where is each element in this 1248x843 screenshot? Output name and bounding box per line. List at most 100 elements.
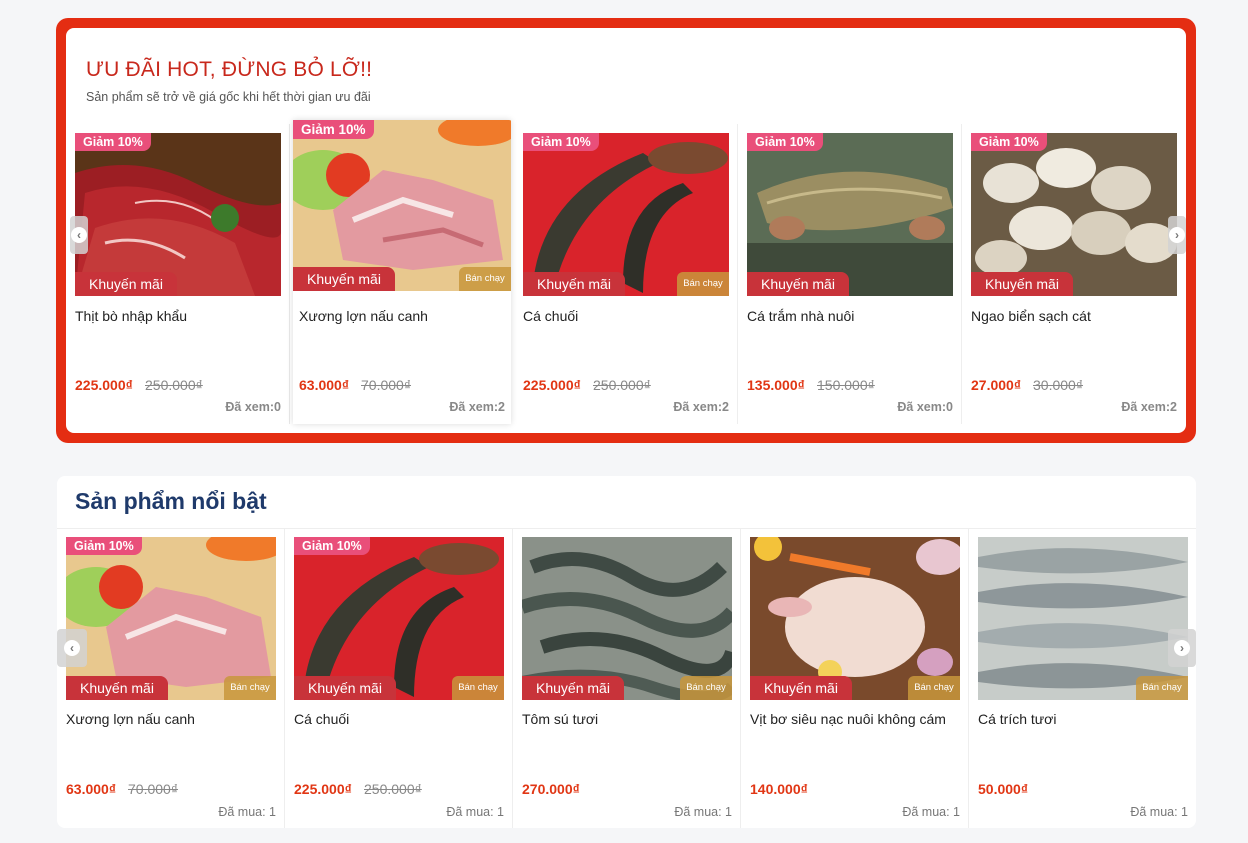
view-count: Đã xem:2 <box>673 400 729 414</box>
hot-deals-section: ƯU ĐÃI HOT, ĐỪNG BỎ LỠ!! Sản phẩm sẽ trở… <box>56 18 1196 443</box>
discount-badge: Giảm 10% <box>747 133 823 151</box>
bestseller-label: Bán chạy <box>677 272 729 296</box>
view-count: Đã xem:0 <box>897 400 953 414</box>
product-card[interactable]: Giảm 10% Khuyến mãi Bán chạy Xương lợn n… <box>293 120 511 424</box>
chevron-right-icon: › <box>1174 640 1190 656</box>
shrimp-image[interactable]: Khuyến mãi Bán chạy <box>522 537 732 700</box>
product-card[interactable]: Bán chạy Cá trích tươi 50.000₫ Đã mua: 1 <box>978 537 1188 827</box>
carousel-prev-button[interactable]: ‹ <box>70 216 88 254</box>
bestseller-label: Bán chạy <box>459 267 511 291</box>
product-card[interactable]: Giảm 10% Khuyến mãi Bán chạy Cá chuối 22… <box>294 537 504 827</box>
sold-count: Đã mua: 1 <box>218 805 276 819</box>
promo-label: Khuyến mãi <box>75 272 177 296</box>
promo-label: Khuyến mãi <box>747 272 849 296</box>
bestseller-label: Bán chạy <box>1136 676 1188 700</box>
sale-price: 63.000₫ <box>66 781 117 797</box>
chevron-left-icon: ‹ <box>64 640 80 656</box>
original-price: 250.000₫ <box>145 377 203 393</box>
sale-price: 135.000₫ <box>747 377 805 393</box>
discount-badge: Giảm 10% <box>294 537 370 555</box>
divider <box>961 124 962 424</box>
divider <box>737 124 738 424</box>
product-card[interactable]: Giảm 10% Khuyến mãi Thịt bò nhập khẩu 22… <box>75 123 281 423</box>
hot-deals-subtitle: Sản phẩm sẽ trở về giá gốc khi hết thời … <box>86 90 371 104</box>
discount-badge: Giảm 10% <box>293 120 374 139</box>
product-name[interactable]: Xương lợn nấu canh <box>66 711 195 727</box>
product-name[interactable]: Cá trích tươi <box>978 711 1056 727</box>
divider <box>512 528 513 828</box>
promo-label: Khuyến mãi <box>522 676 624 700</box>
bestseller-label: Bán chạy <box>908 676 960 700</box>
promo-label: Khuyến mãi <box>294 676 396 700</box>
duck-image[interactable]: Khuyến mãi Bán chạy <box>750 537 960 700</box>
view-count: Đã xem:2 <box>449 400 505 414</box>
chevron-right-icon: › <box>1169 227 1185 243</box>
snakehead-fish-image[interactable]: Giảm 10% Khuyến mãi Bán chạy <box>523 133 729 296</box>
carousel-next-button[interactable]: › <box>1168 629 1196 667</box>
promo-label: Khuyến mãi <box>293 267 395 291</box>
beef-image[interactable]: Giảm 10% Khuyến mãi <box>75 133 281 296</box>
product-name[interactable]: Cá chuối <box>294 711 349 727</box>
sale-price: 27.000₫ <box>971 377 1022 393</box>
sold-count: Đã mua: 1 <box>902 805 960 819</box>
carousel-prev-button[interactable]: ‹ <box>57 629 87 667</box>
product-name[interactable]: Cá chuối <box>523 308 578 324</box>
bestseller-label: Bán chạy <box>680 676 732 700</box>
product-name[interactable]: Ngao biển sạch cát <box>971 308 1091 324</box>
promo-label: Khuyến mãi <box>66 676 168 700</box>
discount-badge: Giảm 10% <box>66 537 142 555</box>
original-price: 30.000₫ <box>1033 377 1084 393</box>
sale-price: 270.000₫ <box>522 781 580 797</box>
pork-bones-image[interactable]: Giảm 10% Khuyến mãi Bán chạy <box>293 120 511 291</box>
product-card[interactable]: Khuyến mãi Bán chạy Tôm sú tươi 270.000₫… <box>522 537 732 827</box>
product-name[interactable]: Cá trắm nhà nuôi <box>747 308 854 324</box>
product-card[interactable]: Giảm 10% Khuyến mãi Bán chạy Cá chuối 22… <box>523 123 729 423</box>
product-card[interactable]: Khuyến mãi Bán chạy Vịt bơ siêu nạc nuôi… <box>750 537 960 827</box>
original-price: 70.000₫ <box>361 377 412 393</box>
bestseller-label: Bán chạy <box>224 676 276 700</box>
original-price: 250.000₫ <box>364 781 422 797</box>
view-count: Đã xem:0 <box>225 400 281 414</box>
sale-price: 140.000₫ <box>750 781 808 797</box>
herring-image[interactable]: Bán chạy <box>978 537 1188 700</box>
hot-deals-panel: ƯU ĐÃI HOT, ĐỪNG BỎ LỠ!! Sản phẩm sẽ trở… <box>66 28 1186 433</box>
product-name[interactable]: Tôm sú tươi <box>522 711 598 727</box>
product-name[interactable]: Thịt bò nhập khẩu <box>75 308 187 324</box>
discount-badge: Giảm 10% <box>971 133 1047 151</box>
carousel-next-button[interactable]: › <box>1168 216 1186 254</box>
product-card[interactable]: Giảm 10% Khuyến mãi Cá trắm nhà nuôi 135… <box>747 123 953 423</box>
product-name[interactable]: Vịt bơ siêu nạc nuôi không cám <box>750 711 946 727</box>
divider <box>284 528 285 828</box>
divider <box>968 528 969 828</box>
product-name[interactable]: Xương lợn nấu canh <box>299 308 428 324</box>
sale-price: 63.000₫ <box>299 377 350 393</box>
promo-label: Khuyến mãi <box>523 272 625 296</box>
snakehead-fish-image[interactable]: Giảm 10% Khuyến mãi Bán chạy <box>294 537 504 700</box>
grass-carp-image[interactable]: Giảm 10% Khuyến mãi <box>747 133 953 296</box>
sold-count: Đã mua: 1 <box>674 805 732 819</box>
original-price: 70.000₫ <box>128 781 179 797</box>
original-price: 250.000₫ <box>593 377 651 393</box>
sale-price: 50.000₫ <box>978 781 1029 797</box>
product-card[interactable]: Giảm 10% Khuyến mãi Ngao biển sạch cát 2… <box>971 123 1177 423</box>
original-price: 150.000₫ <box>817 377 875 393</box>
discount-badge: Giảm 10% <box>75 133 151 151</box>
sale-price: 225.000₫ <box>294 781 352 797</box>
sold-count: Đã mua: 1 <box>446 805 504 819</box>
clams-image[interactable]: Giảm 10% Khuyến mãi <box>971 133 1177 296</box>
promo-label: Khuyến mãi <box>750 676 852 700</box>
divider <box>740 528 741 828</box>
featured-section: Sản phẩm nổi bật Giảm 10% Khuyến mãi Bán… <box>57 476 1196 828</box>
pork-bones-image[interactable]: Giảm 10% Khuyến mãi Bán chạy <box>66 537 276 700</box>
hot-deals-title: ƯU ĐÃI HOT, ĐỪNG BỎ LỠ!! <box>86 58 373 81</box>
chevron-left-icon: ‹ <box>71 227 87 243</box>
sale-price: 225.000₫ <box>75 377 133 393</box>
sale-price: 225.000₫ <box>523 377 581 393</box>
view-count: Đã xem:2 <box>1121 400 1177 414</box>
featured-title: Sản phẩm nổi bật <box>75 488 267 514</box>
discount-badge: Giảm 10% <box>523 133 599 151</box>
product-card[interactable]: Giảm 10% Khuyến mãi Bán chạy Xương lợn n… <box>66 537 276 827</box>
divider <box>57 528 1196 529</box>
divider <box>289 124 290 424</box>
promo-label: Khuyến mãi <box>971 272 1073 296</box>
